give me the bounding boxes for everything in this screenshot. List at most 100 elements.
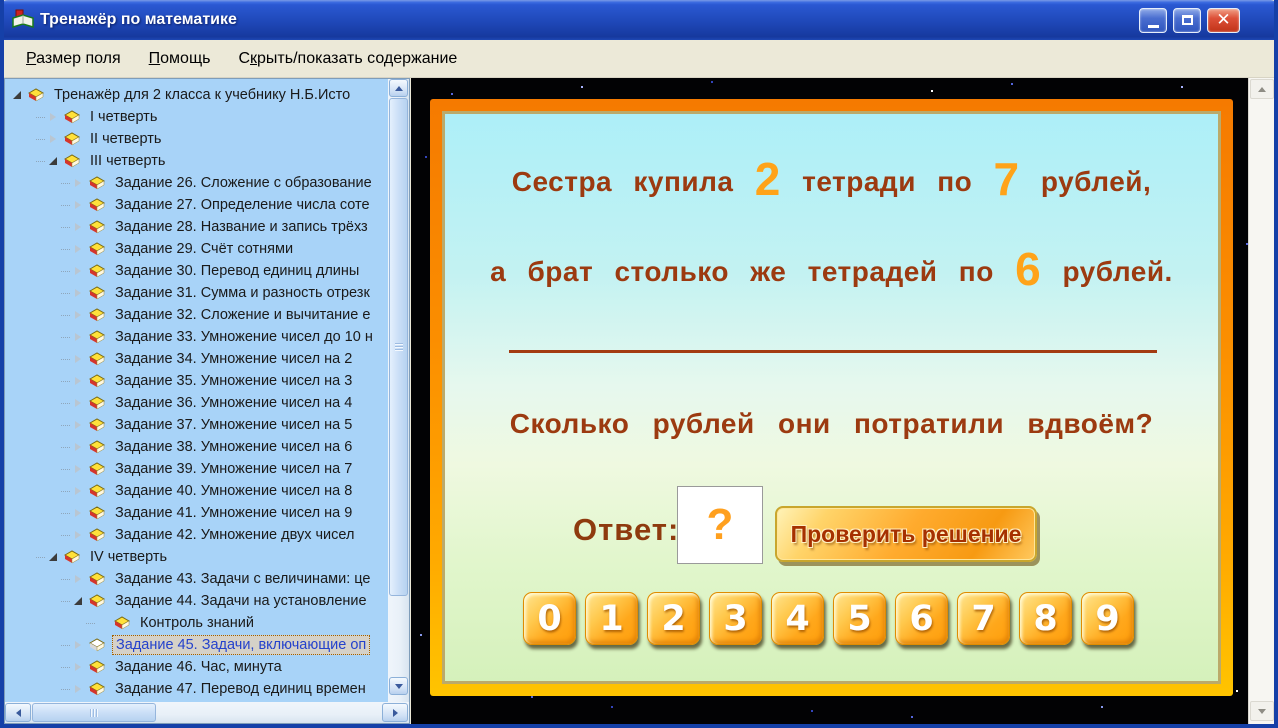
tree-item-label: III четверть [90, 153, 166, 169]
digit-button-9[interactable]: 9 [1081, 592, 1134, 645]
expand-toggle-icon[interactable] [72, 221, 84, 233]
menu-item-help[interactable]: Помощь [137, 46, 223, 72]
expand-toggle-icon[interactable] [72, 199, 84, 211]
expand-toggle-icon[interactable] [47, 133, 59, 145]
collapse-toggle-icon[interactable] [11, 89, 23, 101]
tree-item[interactable]: Задание 26. Сложение с образование [5, 172, 388, 194]
tree-horizontal-scrollbar[interactable] [5, 702, 409, 723]
tree-item[interactable]: IV четверть [5, 546, 388, 568]
tree-item[interactable]: Задание 32. Сложение и вычитание е [5, 304, 388, 326]
expand-toggle-icon[interactable] [72, 507, 84, 519]
minimize-button[interactable] [1139, 7, 1167, 33]
tree-item-label: Задание 41. Умножение чисел на 9 [115, 505, 353, 521]
expand-toggle-icon[interactable] [72, 177, 84, 189]
digit-button-5[interactable]: 5 [833, 592, 886, 645]
content-scrollbar[interactable] [1248, 78, 1274, 724]
menu-item-toggle-contents[interactable]: Скрыть/показать содержание [226, 46, 469, 72]
tree-item[interactable]: Задание 33. Умножение чисел до 10 н [5, 326, 388, 348]
digit-button-4[interactable]: 4 [771, 592, 824, 645]
tree-item-label: Задание 33. Умножение чисел до 10 н [115, 329, 373, 345]
digit-button-8[interactable]: 8 [1019, 592, 1072, 645]
tree-item[interactable]: Задание 37. Умножение чисел на 5 [5, 414, 388, 436]
digit-button-2[interactable]: 2 [647, 592, 700, 645]
digit-button-0[interactable]: 0 [523, 592, 576, 645]
tree-item[interactable]: Задание 38. Умножение чисел на 6 [5, 436, 388, 458]
digit-button-3[interactable]: 3 [709, 592, 762, 645]
expand-toggle-icon[interactable] [72, 375, 84, 387]
tree-item[interactable]: Задание 43. Задачи с величинами: це [5, 568, 388, 590]
tree-item[interactable]: I четверть [5, 106, 388, 128]
tree-vertical-scrollbar[interactable] [388, 79, 409, 703]
tree-item[interactable]: Задание 40. Умножение чисел на 8 [5, 480, 388, 502]
number-highlight: 2 [754, 153, 781, 205]
expand-toggle-icon[interactable] [72, 463, 84, 475]
expand-toggle-icon[interactable] [72, 309, 84, 321]
tree-item-label: Задание 34. Умножение чисел на 2 [115, 351, 353, 367]
collapse-toggle-icon[interactable] [72, 595, 84, 607]
horizontal-scroll-thumb[interactable] [32, 703, 156, 722]
collapse-toggle-icon[interactable] [47, 551, 59, 563]
tree-item[interactable]: Задание 47. Перевод единиц времен [5, 678, 388, 700]
close-button[interactable]: ✕ [1207, 7, 1240, 33]
task-tree: Тренажёр для 2 класса к учебнику Н.Б.Ист… [5, 79, 388, 702]
tree-item[interactable]: Задание 29. Счёт сотнями [5, 238, 388, 260]
scroll-down-button[interactable] [1250, 701, 1274, 721]
tree-item-label: Задание 45. Задачи, включающие оп [112, 635, 371, 655]
open-book-icon [88, 637, 106, 653]
scroll-up-button[interactable] [1250, 79, 1274, 99]
expand-toggle-icon[interactable] [72, 639, 84, 651]
scroll-up-button[interactable] [389, 79, 408, 97]
maximize-button[interactable] [1173, 7, 1201, 33]
expand-toggle-icon[interactable] [72, 683, 84, 695]
expand-toggle-icon[interactable] [72, 243, 84, 255]
tree-connector [36, 160, 45, 162]
expand-toggle-icon[interactable] [72, 331, 84, 343]
book-icon [88, 175, 106, 191]
title-bar[interactable]: Тренажёр по математике ✕ [4, 0, 1274, 40]
expand-toggle-icon[interactable] [72, 397, 84, 409]
tree-item[interactable]: Задание 28. Название и запись трёхз [5, 216, 388, 238]
expand-toggle-icon[interactable] [72, 265, 84, 277]
tree-item[interactable]: Контроль знаний [5, 612, 388, 634]
expand-toggle-icon[interactable] [72, 529, 84, 541]
expand-toggle-icon[interactable] [72, 419, 84, 431]
scroll-down-button[interactable] [389, 677, 408, 695]
tree-item[interactable]: Задание 44. Задачи на установление [5, 590, 388, 612]
tree-item[interactable]: Задание 36. Умножение чисел на 4 [5, 392, 388, 414]
tree-item[interactable]: Задание 46. Час, минута [5, 656, 388, 678]
scroll-right-button[interactable] [382, 703, 408, 722]
tree-item[interactable]: Задание 42. Умножение двух чисел [5, 524, 388, 546]
digit-button-1[interactable]: 1 [585, 592, 638, 645]
menu-item-field-size[interactable]: Размер поля [14, 46, 133, 72]
tree-item[interactable]: Задание 35. Умножение чисел на 3 [5, 370, 388, 392]
tree-item[interactable]: Задание 39. Умножение чисел на 7 [5, 458, 388, 480]
tree-item[interactable]: Задание 30. Перевод единиц длины [5, 260, 388, 282]
tree-item[interactable]: Задание 34. Умножение чисел на 2 [5, 348, 388, 370]
tree-item[interactable]: Тренажёр для 2 класса к учебнику Н.Б.Ист… [5, 84, 388, 106]
tree-item[interactable]: Задание 41. Умножение чисел на 9 [5, 502, 388, 524]
tree-connector [61, 226, 70, 228]
tree-item-label: Контроль знаний [140, 615, 254, 631]
tree-item-label: Задание 31. Сумма и разность отрезк [115, 285, 370, 301]
expand-toggle-icon[interactable] [72, 573, 84, 585]
expand-toggle-icon[interactable] [72, 661, 84, 673]
minimize-icon [1147, 24, 1159, 28]
digit-button-6[interactable]: 6 [895, 592, 948, 645]
tree-item[interactable]: Задание 31. Сумма и разность отрезк [5, 282, 388, 304]
tree-item-label: Задание 43. Задачи с величинами: це [115, 571, 371, 587]
tree-item[interactable]: Задание 27. Определение числа соте [5, 194, 388, 216]
expand-toggle-icon[interactable] [72, 287, 84, 299]
tree-item[interactable]: III четверть [5, 150, 388, 172]
expand-toggle-icon[interactable] [47, 111, 59, 123]
tree-item[interactable]: II четверть [5, 128, 388, 150]
vertical-scroll-thumb[interactable] [389, 98, 408, 596]
check-solution-button[interactable]: Проверить решение [775, 506, 1037, 562]
collapse-toggle-icon[interactable] [47, 155, 59, 167]
digit-button-7[interactable]: 7 [957, 592, 1010, 645]
expand-toggle-icon[interactable] [72, 353, 84, 365]
scroll-left-button[interactable] [5, 703, 31, 722]
expand-toggle-icon[interactable] [72, 485, 84, 497]
number-highlight: 6 [1015, 243, 1042, 295]
expand-toggle-icon[interactable] [72, 441, 84, 453]
tree-item[interactable]: Задание 45. Задачи, включающие оп [5, 634, 388, 656]
